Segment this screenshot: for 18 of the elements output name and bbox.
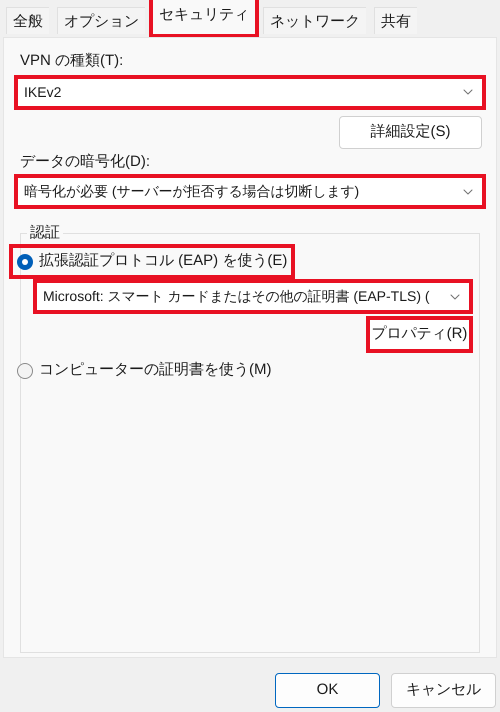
dialog-button[interactable]: OK — [275, 673, 380, 708]
tab[interactable]: 全般 — [6, 7, 49, 34]
dialog-button[interactable]: キャンセル — [391, 673, 496, 708]
encryption-label: データの暗号化(D): — [19, 152, 151, 172]
tab[interactable]: ネットワーク — [263, 7, 366, 34]
advanced-settings-button[interactable]: 詳細設定(S) — [339, 116, 482, 148]
radio-button[interactable] — [17, 362, 33, 378]
dropdown[interactable]: 暗号化が必要 (サーバーが拒否する場合は切断します) — [18, 178, 482, 205]
tab[interactable]: セキュリティ — [153, 0, 255, 34]
radio-label: 拡張認証プロトコル (EAP) を使う(E) — [39, 251, 288, 272]
radio-button[interactable] — [17, 254, 33, 270]
tab[interactable]: 共有 — [374, 7, 417, 34]
dropdown[interactable]: IKEv2 — [18, 78, 482, 106]
vpn-type-label: VPN の種類(T): — [19, 51, 124, 71]
tab[interactable]: オプション — [57, 7, 145, 34]
dropdown[interactable]: Microsoft: スマート カードまたはその他の証明書 (EAP-TLS) ( — [37, 283, 469, 310]
radio-label: コンピューターの証明書を使う(M) — [39, 360, 272, 380]
properties-button[interactable]: プロパティ(R) — [370, 320, 469, 349]
